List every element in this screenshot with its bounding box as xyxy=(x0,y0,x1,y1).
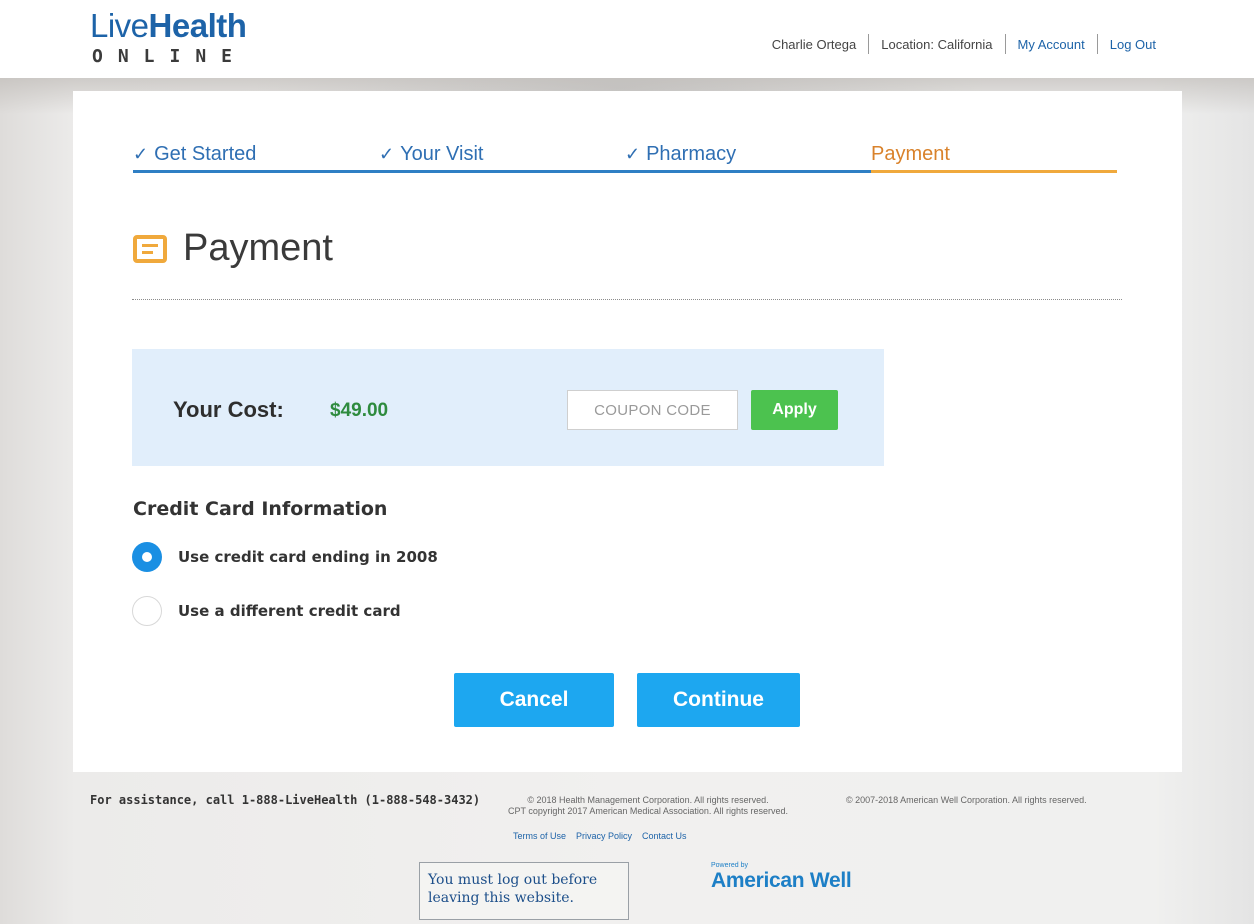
log-out-link[interactable]: Log Out xyxy=(1110,37,1156,52)
logo-health-text: Health xyxy=(148,7,247,44)
continue-button[interactable]: Continue xyxy=(637,673,800,727)
radio-selected[interactable] xyxy=(132,542,162,572)
different-card-option[interactable]: Use a different credit card xyxy=(132,596,401,626)
option-label[interactable]: Use a different credit card xyxy=(178,602,401,620)
step-payment: Payment xyxy=(871,143,1117,173)
step-label: Payment xyxy=(871,143,950,165)
american-well-logo: Powered by American Well xyxy=(711,862,852,893)
livehealth-logo[interactable]: LiveHealth ONLINE xyxy=(90,7,248,68)
step-your-visit: ✓ Your Visit xyxy=(379,143,625,173)
logout-notice: You must log out before leaving this web… xyxy=(419,862,629,920)
checkmark-icon: ✓ xyxy=(133,144,149,164)
copyright-health-line: © 2018 Health Management Corporation. Al… xyxy=(527,795,769,805)
copyright-amwell: © 2007-2018 American Well Corporation. A… xyxy=(846,795,1087,805)
title-divider xyxy=(132,299,1122,300)
payment-card-icon xyxy=(133,234,167,263)
terms-of-use-link[interactable]: Terms of Use xyxy=(513,831,566,841)
radio-unselected[interactable] xyxy=(132,596,162,626)
option-label[interactable]: Use credit card ending in 2008 xyxy=(178,548,438,566)
assistance-phone: For assistance, call 1-888-LiveHealth (1… xyxy=(90,793,481,807)
apply-coupon-button[interactable]: Apply xyxy=(751,390,838,430)
american-well-text: American Well xyxy=(711,869,852,892)
saved-card-option[interactable]: Use credit card ending in 2008 xyxy=(132,542,438,572)
cost-panel: Your Cost: $49.00 Apply xyxy=(132,349,884,466)
cancel-button[interactable]: Cancel xyxy=(454,673,614,727)
cost-label: Your Cost: xyxy=(173,397,284,422)
copyright-health: © 2018 Health Management Corporation. Al… xyxy=(508,795,788,817)
progress-steps: ✓ Get Started ✓ Your Visit ✓ Pharmacy Payme… xyxy=(133,143,1119,173)
user-name: Charlie Ortega xyxy=(771,36,857,52)
step-pharmacy: ✓ Pharmacy xyxy=(625,143,871,173)
privacy-policy-link[interactable]: Privacy Policy xyxy=(576,831,632,841)
nav-divider xyxy=(1004,34,1006,54)
checkmark-icon: ✓ xyxy=(379,144,395,164)
powered-by-text: Powered by xyxy=(711,862,748,869)
footer-links: Terms of Use Privacy Policy Contact Us xyxy=(513,831,687,841)
nav-divider xyxy=(868,34,870,54)
credit-card-section-title: Credit Card Information xyxy=(133,498,388,520)
cost-value: $49.00 xyxy=(330,400,389,421)
page-title-text: Payment xyxy=(183,227,333,269)
logo-live-text: Live xyxy=(90,7,149,44)
location-label: Location: California xyxy=(881,36,993,52)
coupon-code-input[interactable] xyxy=(567,390,738,430)
nav-divider xyxy=(1096,34,1098,54)
top-navigation: Charlie Ortega Location: California My A… xyxy=(772,34,1156,54)
step-label: Pharmacy xyxy=(646,143,737,165)
logo-online-text: ONLINE xyxy=(92,46,248,67)
step-label: Get Started xyxy=(154,143,257,165)
copyright-cpt-line: CPT copyright 2017 American Medical Asso… xyxy=(508,806,788,816)
payment-card: ✓ Get Started ✓ Your Visit ✓ Pharmacy Payme… xyxy=(73,91,1182,772)
checkmark-icon: ✓ xyxy=(625,144,641,164)
my-account-link[interactable]: My Account xyxy=(1018,37,1085,52)
page-title: Payment xyxy=(133,227,333,270)
contact-us-link[interactable]: Contact Us xyxy=(642,831,687,841)
step-label: Your Visit xyxy=(400,143,484,165)
step-get-started: ✓ Get Started xyxy=(133,143,379,173)
